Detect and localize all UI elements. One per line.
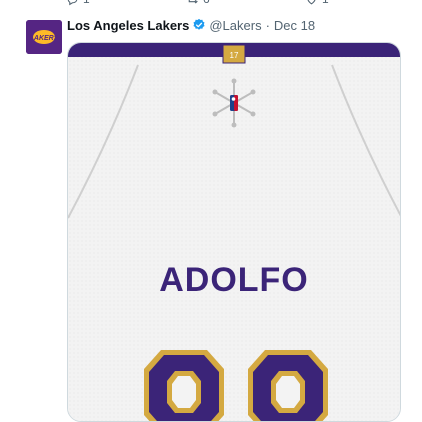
reply-icon bbox=[67, 0, 78, 5]
previous-tweet-actions: 1 6 1 bbox=[0, 0, 422, 8]
verified-badge-icon bbox=[193, 18, 205, 30]
reply-action[interactable]: 1 bbox=[66, 0, 90, 6]
retweet-action[interactable]: 6 bbox=[186, 0, 210, 6]
tag-number: 17 bbox=[230, 51, 239, 60]
tweet-header: Los Angeles Lakers @Lakers · Dec 18 bbox=[67, 16, 315, 34]
jersey-number-first-digit bbox=[144, 350, 224, 421]
separator: · bbox=[265, 17, 270, 33]
heart-icon bbox=[307, 0, 316, 4]
jersey-number-second-digit bbox=[248, 350, 328, 421]
jersey-image: 17 ADOLFO bbox=[68, 43, 400, 421]
like-action[interactable]: 1 bbox=[305, 0, 329, 6]
svg-text:LAKERS: LAKERS bbox=[30, 35, 59, 42]
author-handle[interactable]: @Lakers bbox=[209, 18, 261, 33]
author-name[interactable]: Los Angeles Lakers bbox=[67, 18, 189, 33]
tweet-media[interactable]: 17 ADOLFO bbox=[67, 42, 401, 422]
tweet-date[interactable]: Dec 18 bbox=[274, 18, 315, 33]
retweet-count: 6 bbox=[203, 0, 210, 6]
retweet-icon bbox=[188, 0, 198, 4]
jersey-name: ADOLFO bbox=[159, 261, 309, 299]
lakers-logo: LAKERS bbox=[26, 20, 62, 54]
avatar[interactable]: LAKERS bbox=[26, 20, 62, 54]
reply-count: 1 bbox=[83, 0, 90, 6]
like-count: 1 bbox=[322, 0, 329, 6]
